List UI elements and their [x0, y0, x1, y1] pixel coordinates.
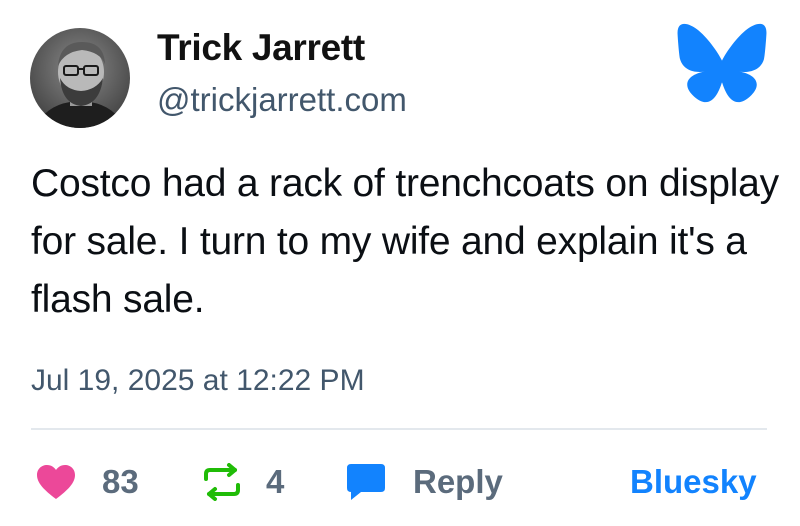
author-handle[interactable]: @trickjarrett.com [157, 80, 407, 120]
repost-count: 4 [266, 463, 285, 500]
avatar-photo [30, 28, 130, 128]
repost-icon [204, 463, 240, 501]
post-text: Costco had a rack of trenchcoats on disp… [31, 162, 779, 321]
post-embed-card: Trick Jarrett @trickjarrett.com Costco h… [0, 0, 800, 526]
heart-icon [37, 465, 75, 499]
bluesky-butterfly-icon[interactable] [676, 22, 768, 104]
like-count: 83 [102, 463, 139, 500]
divider [31, 428, 767, 430]
open-in-bluesky-link[interactable]: Bluesky [630, 458, 757, 506]
reply-label: Reply [413, 463, 503, 500]
speech-bubble-icon [347, 464, 385, 500]
avatar[interactable] [30, 28, 130, 128]
like-button[interactable]: 83 [36, 458, 139, 506]
author-display-name[interactable]: Trick Jarrett [157, 26, 365, 70]
repost-button[interactable]: 4 [202, 458, 284, 506]
post-timestamp[interactable]: Jul 19, 2025 at 12:22 PM [31, 362, 365, 400]
reply-button[interactable]: Reply [345, 458, 503, 506]
